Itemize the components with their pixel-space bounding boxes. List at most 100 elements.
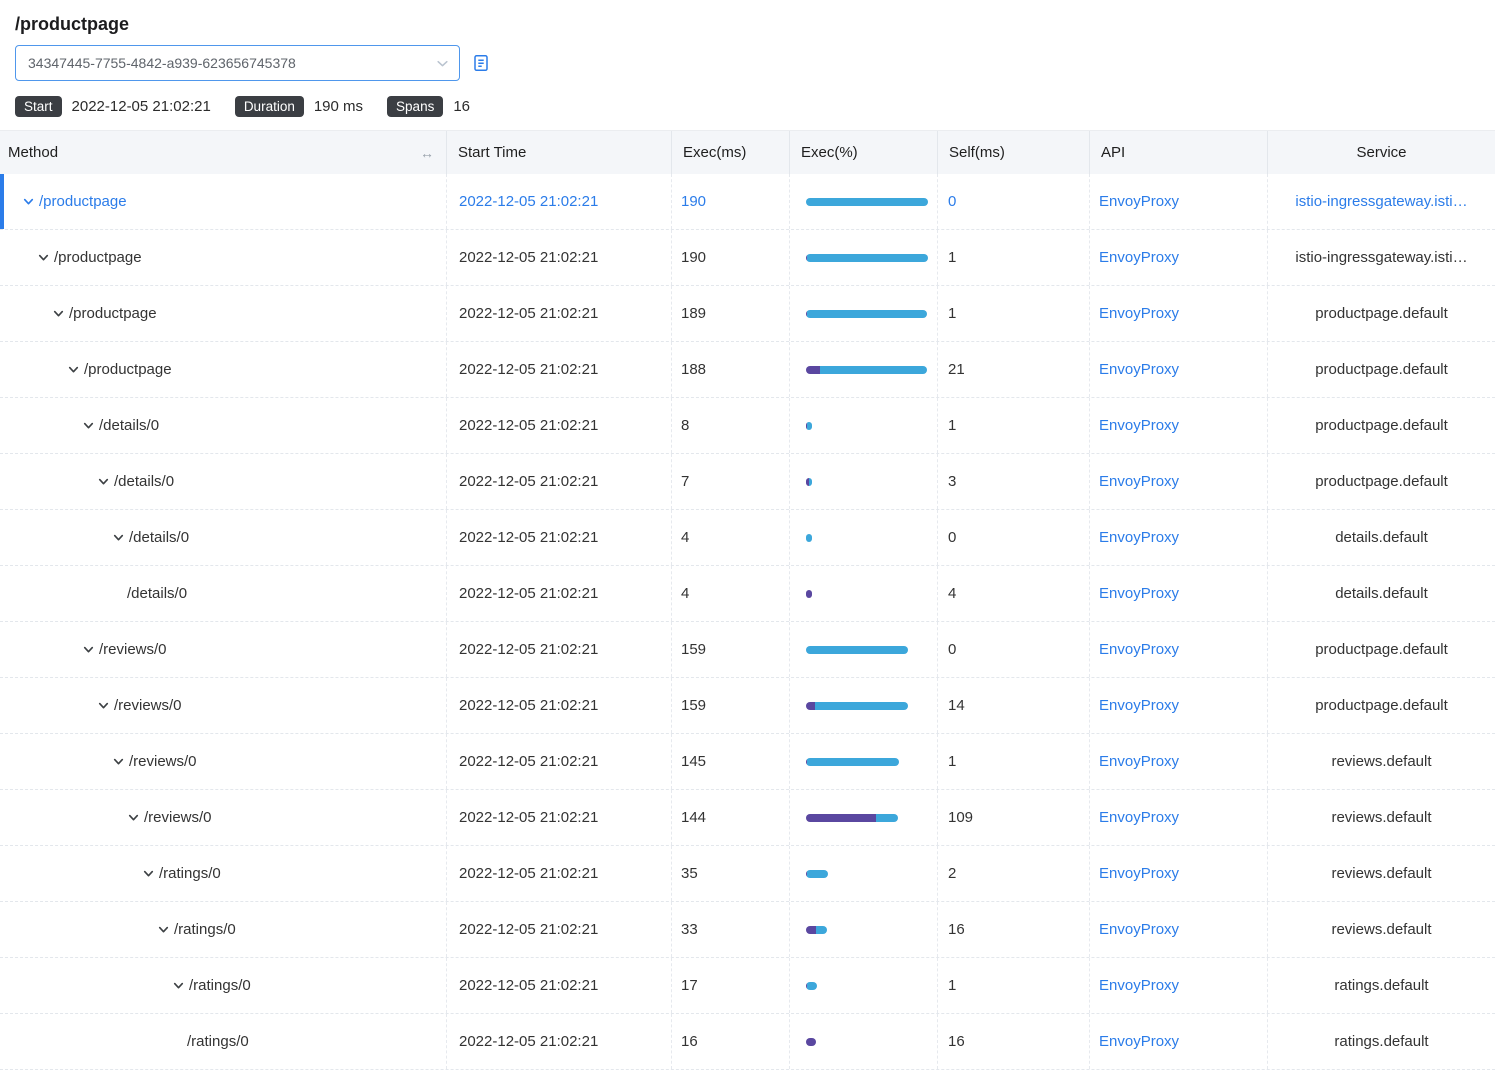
method-label: /reviews/0	[144, 809, 212, 826]
trace-row[interactable]: /reviews/02022-12-05 21:02:211451EnvoyPr…	[0, 734, 1495, 790]
trace-row[interactable]: /productpage2022-12-05 21:02:211900Envoy…	[0, 174, 1495, 230]
exec-time-segment	[807, 254, 928, 262]
trace-row[interactable]: /details/02022-12-05 21:02:2181EnvoyProx…	[0, 398, 1495, 454]
method-label: /reviews/0	[114, 697, 182, 714]
exec-percent-cell	[790, 398, 938, 453]
trace-row[interactable]: /productpage2022-12-05 21:02:211891Envoy…	[0, 286, 1495, 342]
exec-time-segment	[876, 814, 898, 822]
api-cell[interactable]: EnvoyProxy	[1090, 566, 1268, 621]
api-cell[interactable]: EnvoyProxy	[1090, 174, 1268, 229]
api-cell[interactable]: EnvoyProxy	[1090, 734, 1268, 789]
chevron-down-icon[interactable]	[67, 363, 80, 376]
method-label: /ratings/0	[189, 977, 251, 994]
method-label: /productpage	[54, 249, 142, 266]
service-cell: reviews.default	[1268, 790, 1495, 845]
exec-percent-bar	[806, 758, 899, 766]
duration-badge: Duration	[235, 96, 304, 117]
exec-percent-cell	[790, 174, 938, 229]
column-header-start-time: Start Time	[447, 131, 672, 174]
api-cell[interactable]: EnvoyProxy	[1090, 286, 1268, 341]
column-label-method: Method	[8, 144, 58, 161]
copy-icon[interactable]	[471, 53, 491, 73]
api-cell[interactable]: EnvoyProxy	[1090, 1014, 1268, 1069]
chevron-down-icon[interactable]	[52, 307, 65, 320]
trace-row[interactable]: /details/02022-12-05 21:02:2173EnvoyProx…	[0, 454, 1495, 510]
method-label: /productpage	[39, 193, 127, 210]
trace-row[interactable]: /reviews/02022-12-05 21:02:21144109Envoy…	[0, 790, 1495, 846]
exec-percent-cell	[790, 678, 938, 733]
service-cell: productpage.default	[1268, 398, 1495, 453]
api-cell[interactable]: EnvoyProxy	[1090, 678, 1268, 733]
start-time-cell: 2022-12-05 21:02:21	[447, 734, 672, 789]
service-cell: productpage.default	[1268, 286, 1495, 341]
api-cell[interactable]: EnvoyProxy	[1090, 454, 1268, 509]
chevron-down-icon[interactable]	[82, 643, 95, 656]
service-cell: productpage.default	[1268, 454, 1495, 509]
trace-row[interactable]: /productpage2022-12-05 21:02:2118821Envo…	[0, 342, 1495, 398]
trace-row[interactable]: /ratings/02022-12-05 21:02:21171EnvoyPro…	[0, 958, 1495, 1014]
trace-row[interactable]: /ratings/02022-12-05 21:02:21352EnvoyPro…	[0, 846, 1495, 902]
exec-ms-cell: 16	[672, 1014, 790, 1069]
column-resize-icon[interactable]: ↔	[420, 145, 434, 161]
chevron-down-icon[interactable]	[172, 979, 185, 992]
start-time-cell: 2022-12-05 21:02:21	[447, 566, 672, 621]
trace-row[interactable]: /reviews/02022-12-05 21:02:2115914EnvoyP…	[0, 678, 1495, 734]
start-time-cell: 2022-12-05 21:02:21	[447, 510, 672, 565]
chevron-down-icon[interactable]	[97, 475, 110, 488]
api-cell[interactable]: EnvoyProxy	[1090, 790, 1268, 845]
exec-time-segment	[807, 870, 828, 878]
start-time-cell: 2022-12-05 21:02:21	[447, 398, 672, 453]
exec-percent-bar	[806, 982, 817, 990]
exec-time-segment	[807, 982, 817, 990]
api-cell[interactable]: EnvoyProxy	[1090, 342, 1268, 397]
trace-selector-row: 34347445-7755-4842-a939-623656745378	[15, 45, 1479, 81]
exec-percent-cell	[790, 846, 938, 901]
trace-row[interactable]: /ratings/02022-12-05 21:02:213316EnvoyPr…	[0, 902, 1495, 958]
api-cell[interactable]: EnvoyProxy	[1090, 510, 1268, 565]
exec-percent-cell	[790, 902, 938, 957]
service-cell: productpage.default	[1268, 678, 1495, 733]
start-time-cell: 2022-12-05 21:02:21	[447, 454, 672, 509]
exec-ms-cell: 7	[672, 454, 790, 509]
method-cell: /productpage	[0, 286, 447, 341]
api-cell[interactable]: EnvoyProxy	[1090, 958, 1268, 1013]
exec-ms-cell: 145	[672, 734, 790, 789]
api-cell[interactable]: EnvoyProxy	[1090, 846, 1268, 901]
exec-ms-cell: 190	[672, 174, 790, 229]
exec-ms-cell: 189	[672, 286, 790, 341]
self-time-segment	[806, 702, 815, 710]
exec-percent-bar	[806, 534, 812, 542]
chevron-down-icon[interactable]	[82, 419, 95, 432]
chevron-down-icon[interactable]	[127, 811, 140, 824]
exec-time-segment	[806, 198, 928, 206]
trace-id-select[interactable]: 34347445-7755-4842-a939-623656745378	[15, 45, 460, 81]
trace-row[interactable]: /ratings/02022-12-05 21:02:211616EnvoyPr…	[0, 1014, 1495, 1070]
trace-row[interactable]: /details/02022-12-05 21:02:2144EnvoyProx…	[0, 566, 1495, 622]
chevron-down-icon[interactable]	[142, 867, 155, 880]
api-cell[interactable]: EnvoyProxy	[1090, 230, 1268, 285]
chevron-down-icon[interactable]	[37, 251, 50, 264]
exec-ms-cell: 159	[672, 678, 790, 733]
chevron-down-icon[interactable]	[157, 923, 170, 936]
exec-percent-bar	[806, 646, 908, 654]
selected-row-indicator	[0, 174, 4, 229]
service-cell: reviews.default	[1268, 846, 1495, 901]
trace-row[interactable]: /details/02022-12-05 21:02:2140EnvoyProx…	[0, 510, 1495, 566]
chevron-down-icon[interactable]	[97, 699, 110, 712]
exec-percent-bar	[806, 590, 812, 598]
method-label: /details/0	[114, 473, 174, 490]
chevron-down-icon[interactable]	[22, 195, 35, 208]
api-cell[interactable]: EnvoyProxy	[1090, 622, 1268, 677]
trace-row[interactable]: /productpage2022-12-05 21:02:211901Envoy…	[0, 230, 1495, 286]
start-time-cell: 2022-12-05 21:02:21	[447, 790, 672, 845]
exec-percent-bar	[806, 702, 908, 710]
exec-percent-cell	[790, 286, 938, 341]
trace-meta: Start 2022-12-05 21:02:21 Duration 190 m…	[15, 81, 1479, 130]
chevron-down-icon[interactable]	[112, 531, 125, 544]
api-cell[interactable]: EnvoyProxy	[1090, 398, 1268, 453]
chevron-down-icon[interactable]	[112, 755, 125, 768]
exec-ms-cell: 144	[672, 790, 790, 845]
api-cell[interactable]: EnvoyProxy	[1090, 902, 1268, 957]
service-cell: ratings.default	[1268, 1014, 1495, 1069]
trace-row[interactable]: /reviews/02022-12-05 21:02:211590EnvoyPr…	[0, 622, 1495, 678]
